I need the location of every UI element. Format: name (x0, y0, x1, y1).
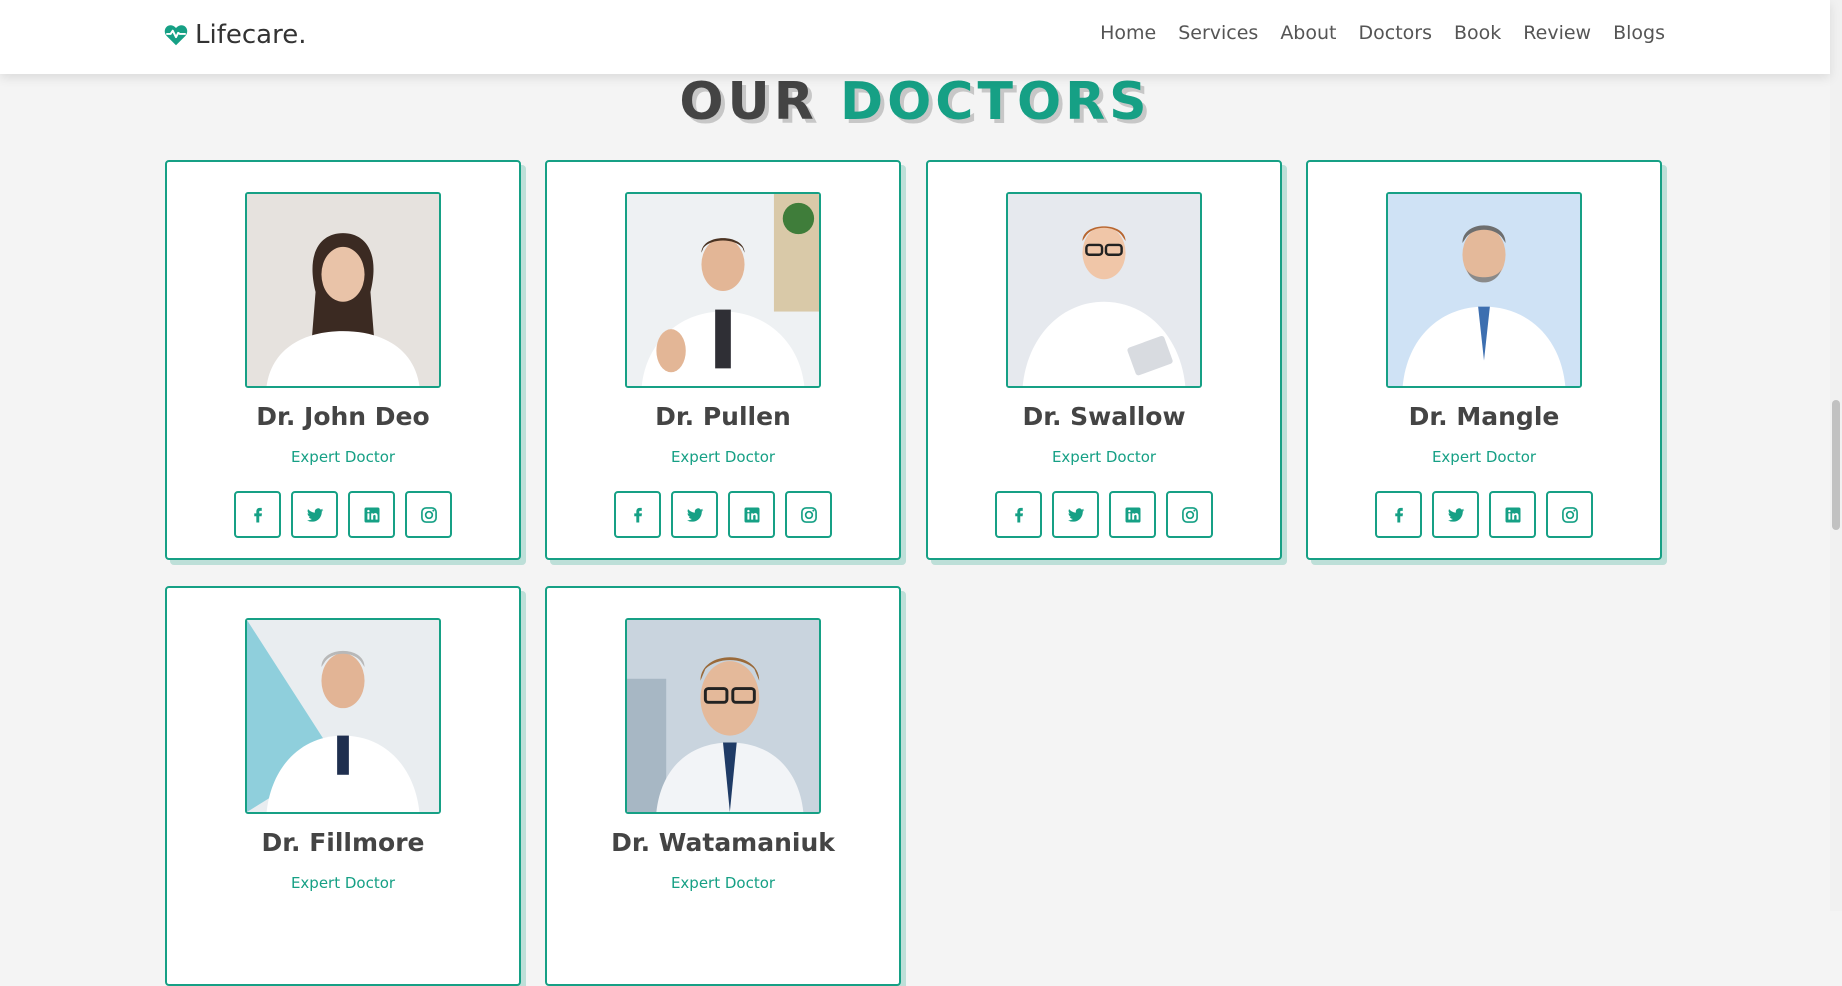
doctor-photo (245, 192, 441, 388)
nav-doctors[interactable]: Doctors (1359, 22, 1433, 44)
facebook-link[interactable] (614, 491, 661, 538)
page-scrollbar[interactable] (1830, 0, 1842, 911)
doctor-name: Dr. Watamaniuk (611, 828, 835, 857)
doctor-role: Expert Doctor (670, 874, 776, 892)
site-logo[interactable]: Lifecare. (163, 18, 306, 52)
doctor-card: Dr. Watamaniuk Expert Doctor (545, 586, 901, 986)
social-links (167, 491, 519, 538)
instagram-link[interactable] (1546, 491, 1593, 538)
site-header: Lifecare. Home Services About Doctors Bo… (0, 0, 1830, 74)
doctor-portrait-image (627, 194, 819, 386)
linkedin-icon (1505, 507, 1520, 522)
twitter-icon (686, 507, 703, 522)
heartbeat-icon (164, 25, 188, 46)
social-links (928, 491, 1280, 538)
linkedin-icon (364, 507, 379, 522)
section-title-part2: DOCTORS (839, 72, 1151, 132)
facebook-link[interactable] (1375, 491, 1422, 538)
twitter-link[interactable] (291, 491, 338, 538)
social-links (1308, 491, 1660, 538)
instagram-link[interactable] (405, 491, 452, 538)
instagram-link[interactable] (785, 491, 832, 538)
facebook-icon (253, 507, 262, 522)
linkedin-link[interactable] (1109, 491, 1156, 538)
nav-services[interactable]: Services (1178, 22, 1258, 44)
doctor-photo (1386, 192, 1582, 388)
social-links (547, 491, 899, 538)
doctor-card: Dr. Mangle Expert Doctor (1306, 160, 1662, 560)
linkedin-icon (1125, 507, 1140, 522)
instagram-icon (800, 506, 817, 523)
facebook-link[interactable] (995, 491, 1042, 538)
doctor-photo (625, 192, 821, 388)
scrollbar-thumb[interactable] (1832, 400, 1840, 530)
nav-blogs[interactable]: Blogs (1613, 22, 1665, 44)
doctor-name: Dr. Pullen (655, 402, 791, 431)
section-title: OUR DOCTORS (0, 70, 1830, 134)
doctor-portrait-image (627, 620, 819, 812)
doctor-portrait-image (247, 194, 439, 386)
doctor-card: Dr. Pullen Expert Doctor (545, 160, 901, 560)
linkedin-link[interactable] (348, 491, 395, 538)
twitter-link[interactable] (1432, 491, 1479, 538)
doctor-portrait-image (247, 620, 439, 812)
linkedin-link[interactable] (728, 491, 775, 538)
doctor-role: Expert Doctor (290, 874, 396, 892)
nav-book[interactable]: Book (1454, 22, 1501, 44)
nav-home[interactable]: Home (1100, 22, 1156, 44)
twitter-link[interactable] (671, 491, 718, 538)
doctor-role: Expert Doctor (290, 448, 396, 466)
doctor-photo (245, 618, 441, 814)
doctor-card: Dr. Fillmore Expert Doctor (165, 586, 521, 986)
facebook-icon (633, 507, 642, 522)
doctor-name: Dr. Fillmore (261, 828, 425, 857)
twitter-icon (306, 507, 323, 522)
instagram-icon (1561, 506, 1578, 523)
twitter-icon (1447, 507, 1464, 522)
doctor-name: Dr. Mangle (1408, 402, 1560, 431)
instagram-link[interactable] (1166, 491, 1213, 538)
facebook-icon (1394, 507, 1403, 522)
doctor-role: Expert Doctor (1431, 448, 1537, 466)
doctor-role: Expert Doctor (1051, 448, 1157, 466)
instagram-icon (420, 506, 437, 523)
doctor-portrait-image (1388, 194, 1580, 386)
doctor-card: Dr. John Deo Expert Doctor (165, 160, 521, 560)
facebook-link[interactable] (234, 491, 281, 538)
nav-about[interactable]: About (1280, 22, 1336, 44)
doctor-photo (1006, 192, 1202, 388)
facebook-icon (1014, 507, 1023, 522)
twitter-link[interactable] (1052, 491, 1099, 538)
instagram-icon (1181, 506, 1198, 523)
doctor-name: Dr. Swallow (1022, 402, 1186, 431)
main-nav: Home Services About Doctors Book Review … (1100, 22, 1665, 44)
linkedin-icon (744, 507, 759, 522)
doctor-name: Dr. John Deo (256, 402, 430, 431)
linkedin-link[interactable] (1489, 491, 1536, 538)
doctor-portrait-image (1008, 194, 1200, 386)
nav-review[interactable]: Review (1523, 22, 1591, 44)
brand-name: Lifecare. (195, 20, 307, 50)
doctor-card: Dr. Swallow Expert Doctor (926, 160, 1282, 560)
twitter-icon (1067, 507, 1084, 522)
section-title-part1: OUR (679, 72, 818, 132)
doctor-role: Expert Doctor (670, 448, 776, 466)
doctor-photo (625, 618, 821, 814)
